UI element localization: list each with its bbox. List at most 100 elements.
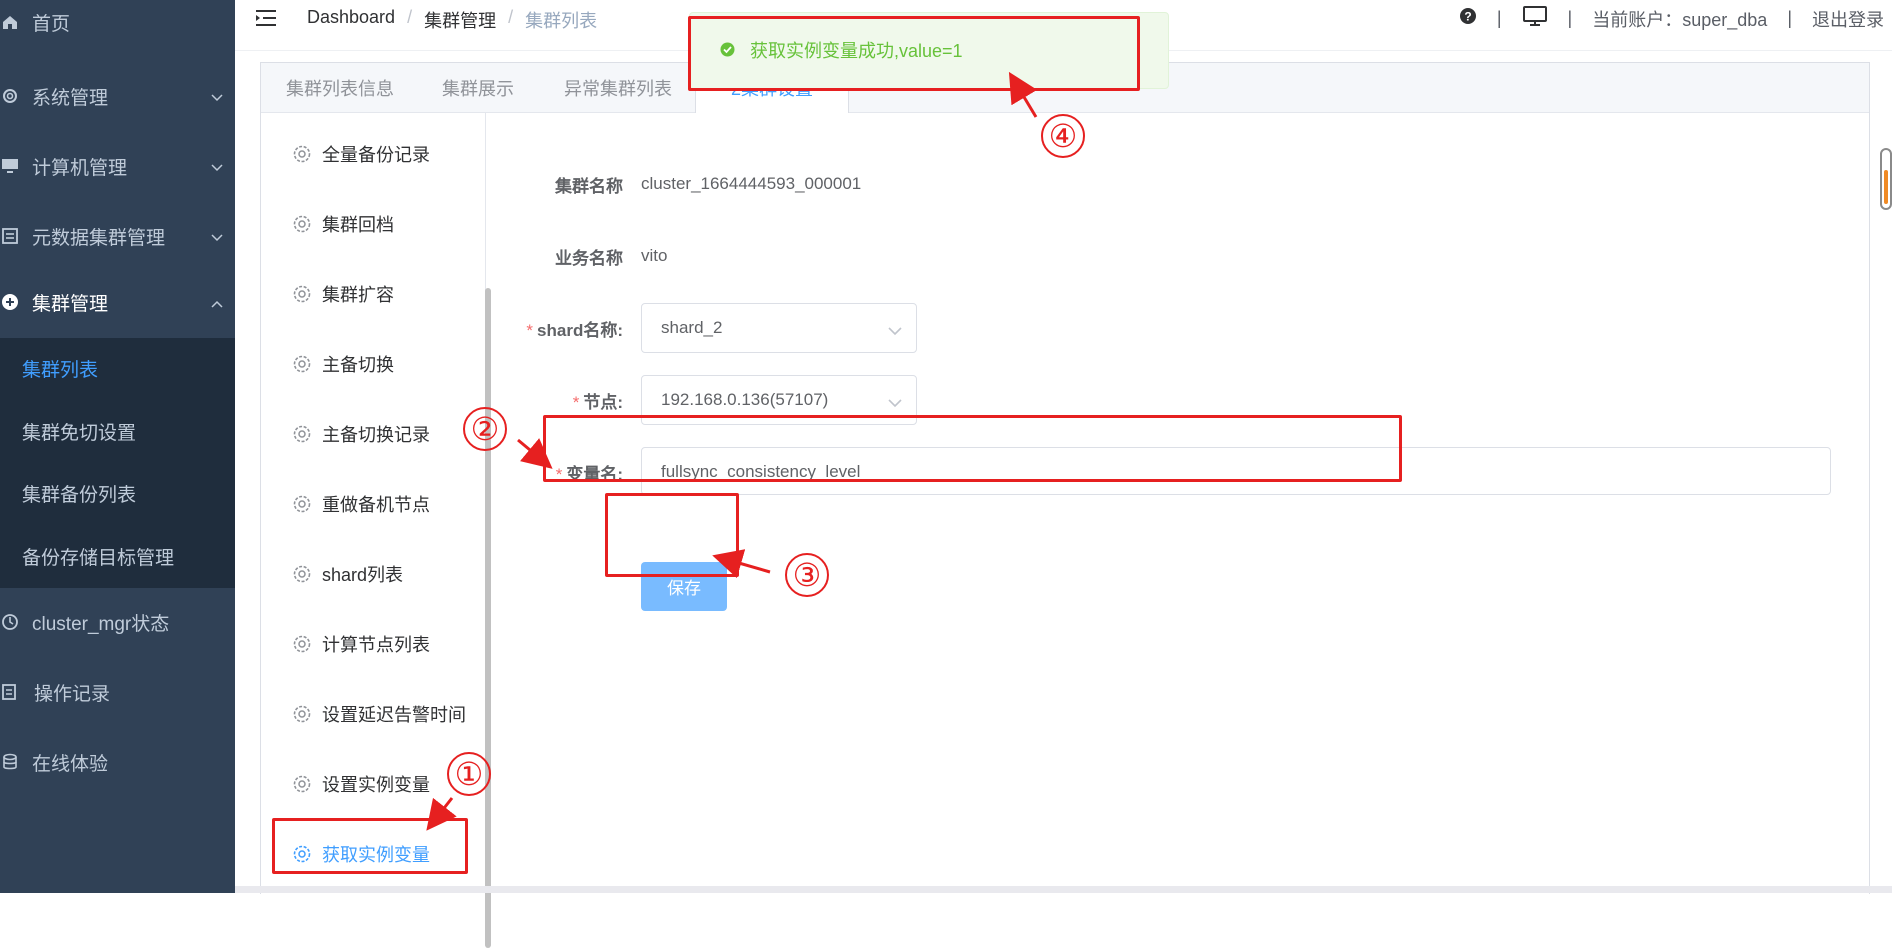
form-row-cluster-name: 集群名称 cluster_1664444593_000001: [485, 159, 1869, 209]
breadcrumb-item-dashboard[interactable]: Dashboard: [307, 7, 395, 33]
menu-item-label: 集群扩容: [322, 285, 394, 305]
svg-text:?: ?: [1464, 10, 1471, 24]
submenu-item-label: 集群备份列表: [22, 484, 137, 506]
menu-item-label: shard列表: [322, 565, 404, 585]
sidebar-item-cluster-mgr-status[interactable]: cluster_mgr状态: [0, 592, 235, 652]
sidebar-item-label: 在线体验: [32, 753, 109, 775]
divider: |: [1787, 8, 1792, 28]
gear-icon: [291, 703, 313, 725]
database-icon: [0, 752, 20, 772]
home-icon: [0, 12, 20, 32]
annotation-box-3: [605, 493, 739, 577]
gear-icon: [291, 213, 313, 235]
divider: |: [1567, 8, 1573, 28]
sidebar-item-label: 首页: [32, 13, 71, 35]
tab-cluster-display[interactable]: 集群展示: [442, 63, 514, 112]
breadcrumb-separator: /: [508, 7, 514, 27]
shard-select-value: shard_2: [661, 318, 723, 337]
gear-icon: [291, 563, 313, 585]
menu-item-label: 主备切换: [322, 355, 394, 375]
chevron-up-icon: [211, 292, 223, 314]
annotation-number-4: ④: [1041, 114, 1085, 158]
menu-item-switchover-records[interactable]: 主备切换记录: [261, 399, 485, 469]
annotation-number-1: ①: [447, 752, 491, 796]
menu-item-label: 主备切换记录: [322, 425, 430, 445]
breadcrumb-item-cluster-list: 集群列表: [525, 11, 598, 31]
page-scrollbar-thumb[interactable]: [1884, 170, 1888, 204]
logout-link[interactable]: 退出登录: [1812, 6, 1884, 32]
shard-label: * shard名称:: [526, 316, 623, 341]
shard-label-text: shard名称:: [537, 320, 623, 340]
cluster-icon: [0, 292, 20, 312]
tab-cluster-list-info[interactable]: 集群列表信息: [286, 63, 394, 112]
sidebar-item-cluster[interactable]: 集群管理: [0, 272, 235, 332]
metadata-icon: [0, 226, 20, 246]
breadcrumb-separator: /: [407, 7, 413, 27]
sidebar-item-label: 系统管理: [32, 87, 109, 109]
gear-icon: [291, 633, 313, 655]
business-name-value: vito: [641, 246, 668, 265]
menu-item-shard-list[interactable]: shard列表: [261, 539, 485, 609]
submenu-item-label: 集群免切设置: [22, 422, 137, 444]
menu-item-label: 设置实例变量: [322, 775, 430, 795]
submenu-item-cluster-list[interactable]: 集群列表: [0, 338, 235, 398]
node-label-text: 节点:: [583, 392, 623, 412]
cluster-submenu: 集群列表 集群免切设置 集群备份列表 备份存储目标管理: [0, 338, 235, 588]
gear-icon: [291, 423, 313, 445]
gear-icon: [0, 86, 20, 106]
sidebar-item-label: 操作记录: [34, 683, 111, 705]
submenu-item-failover-setting[interactable]: 集群免切设置: [0, 401, 235, 461]
sidebar-item-label: 集群管理: [32, 293, 109, 315]
sidebar-item-computer[interactable]: 计算机管理: [0, 136, 235, 196]
sidebar-item-label: 元数据集群管理: [32, 227, 166, 249]
annotation-number-2: ②: [463, 407, 507, 451]
submenu-item-label: 集群列表: [22, 359, 99, 381]
gear-icon: [291, 283, 313, 305]
annotation-box-1: [272, 818, 468, 874]
sidebar-item-online-trial[interactable]: 在线体验: [0, 732, 235, 792]
node-select-value: 192.168.0.136(57107): [661, 390, 829, 409]
header-right: ? | | 当前账户：super_dba | 退出登录: [1459, 5, 1892, 32]
hamburger-icon[interactable]: [255, 8, 277, 33]
sidebar-item-operation-log[interactable]: 操作记录: [0, 662, 235, 722]
sidebar-item-home[interactable]: 首页: [0, 0, 235, 52]
chevron-down-icon: [888, 321, 902, 341]
required-mark: *: [572, 392, 580, 412]
menu-item-compute-node-list[interactable]: 计算节点列表: [261, 609, 485, 679]
menu-item-full-backup-records[interactable]: 全量备份记录: [261, 119, 485, 189]
submenu-item-backup-storage[interactable]: 备份存储目标管理: [0, 526, 235, 586]
chevron-down-icon: [211, 156, 223, 178]
sidebar-item-metadata[interactable]: 元数据集群管理: [0, 206, 235, 266]
breadcrumb-item-cluster-mgmt[interactable]: 集群管理: [424, 7, 496, 33]
bottom-strip: [235, 886, 1892, 893]
menu-item-delay-alarm[interactable]: 设置延迟告警时间: [261, 679, 485, 749]
shard-select[interactable]: shard_2: [641, 303, 917, 353]
chevron-down-icon: [888, 393, 902, 413]
menu-item-label: 计算节点列表: [322, 635, 430, 655]
screen-icon[interactable]: [1522, 5, 1548, 32]
menu-item-label: 重做备机节点: [322, 495, 430, 515]
menu-item-label: 设置延迟告警时间: [322, 705, 466, 725]
gear-icon: [291, 143, 313, 165]
menu-item-label: 全量备份记录: [322, 145, 430, 165]
menu-item-rebuild-standby[interactable]: 重做备机节点: [261, 469, 485, 539]
annotation-box-4: [688, 16, 1140, 91]
menu-item-switchover[interactable]: 主备切换: [261, 329, 485, 399]
business-name-label: 业务名称: [555, 248, 623, 268]
menu-item-cluster-expand[interactable]: 集群扩容: [261, 259, 485, 329]
form-row-business-name: 业务名称 vito: [485, 231, 1869, 281]
submenu-item-label: 备份存储目标管理: [22, 547, 175, 569]
tab-abnormal-clusters[interactable]: 异常集群列表: [564, 63, 672, 112]
chevron-down-icon: [211, 86, 223, 108]
help-icon[interactable]: ?: [1459, 7, 1477, 30]
page-scrollbar[interactable]: [1880, 148, 1892, 210]
node-label: * 节点:: [573, 388, 623, 413]
gear-icon: [291, 493, 313, 515]
sidebar-item-system[interactable]: 系统管理: [0, 66, 235, 126]
submenu-item-backup-list[interactable]: 集群备份列表: [0, 463, 235, 523]
log-icon: [0, 682, 20, 702]
menu-item-cluster-rollback[interactable]: 集群回档: [261, 189, 485, 259]
breadcrumb: Dashboard / 集群管理 / 集群列表: [307, 7, 597, 33]
gear-icon: [291, 773, 313, 795]
sidebar-item-label: 计算机管理: [32, 157, 128, 179]
